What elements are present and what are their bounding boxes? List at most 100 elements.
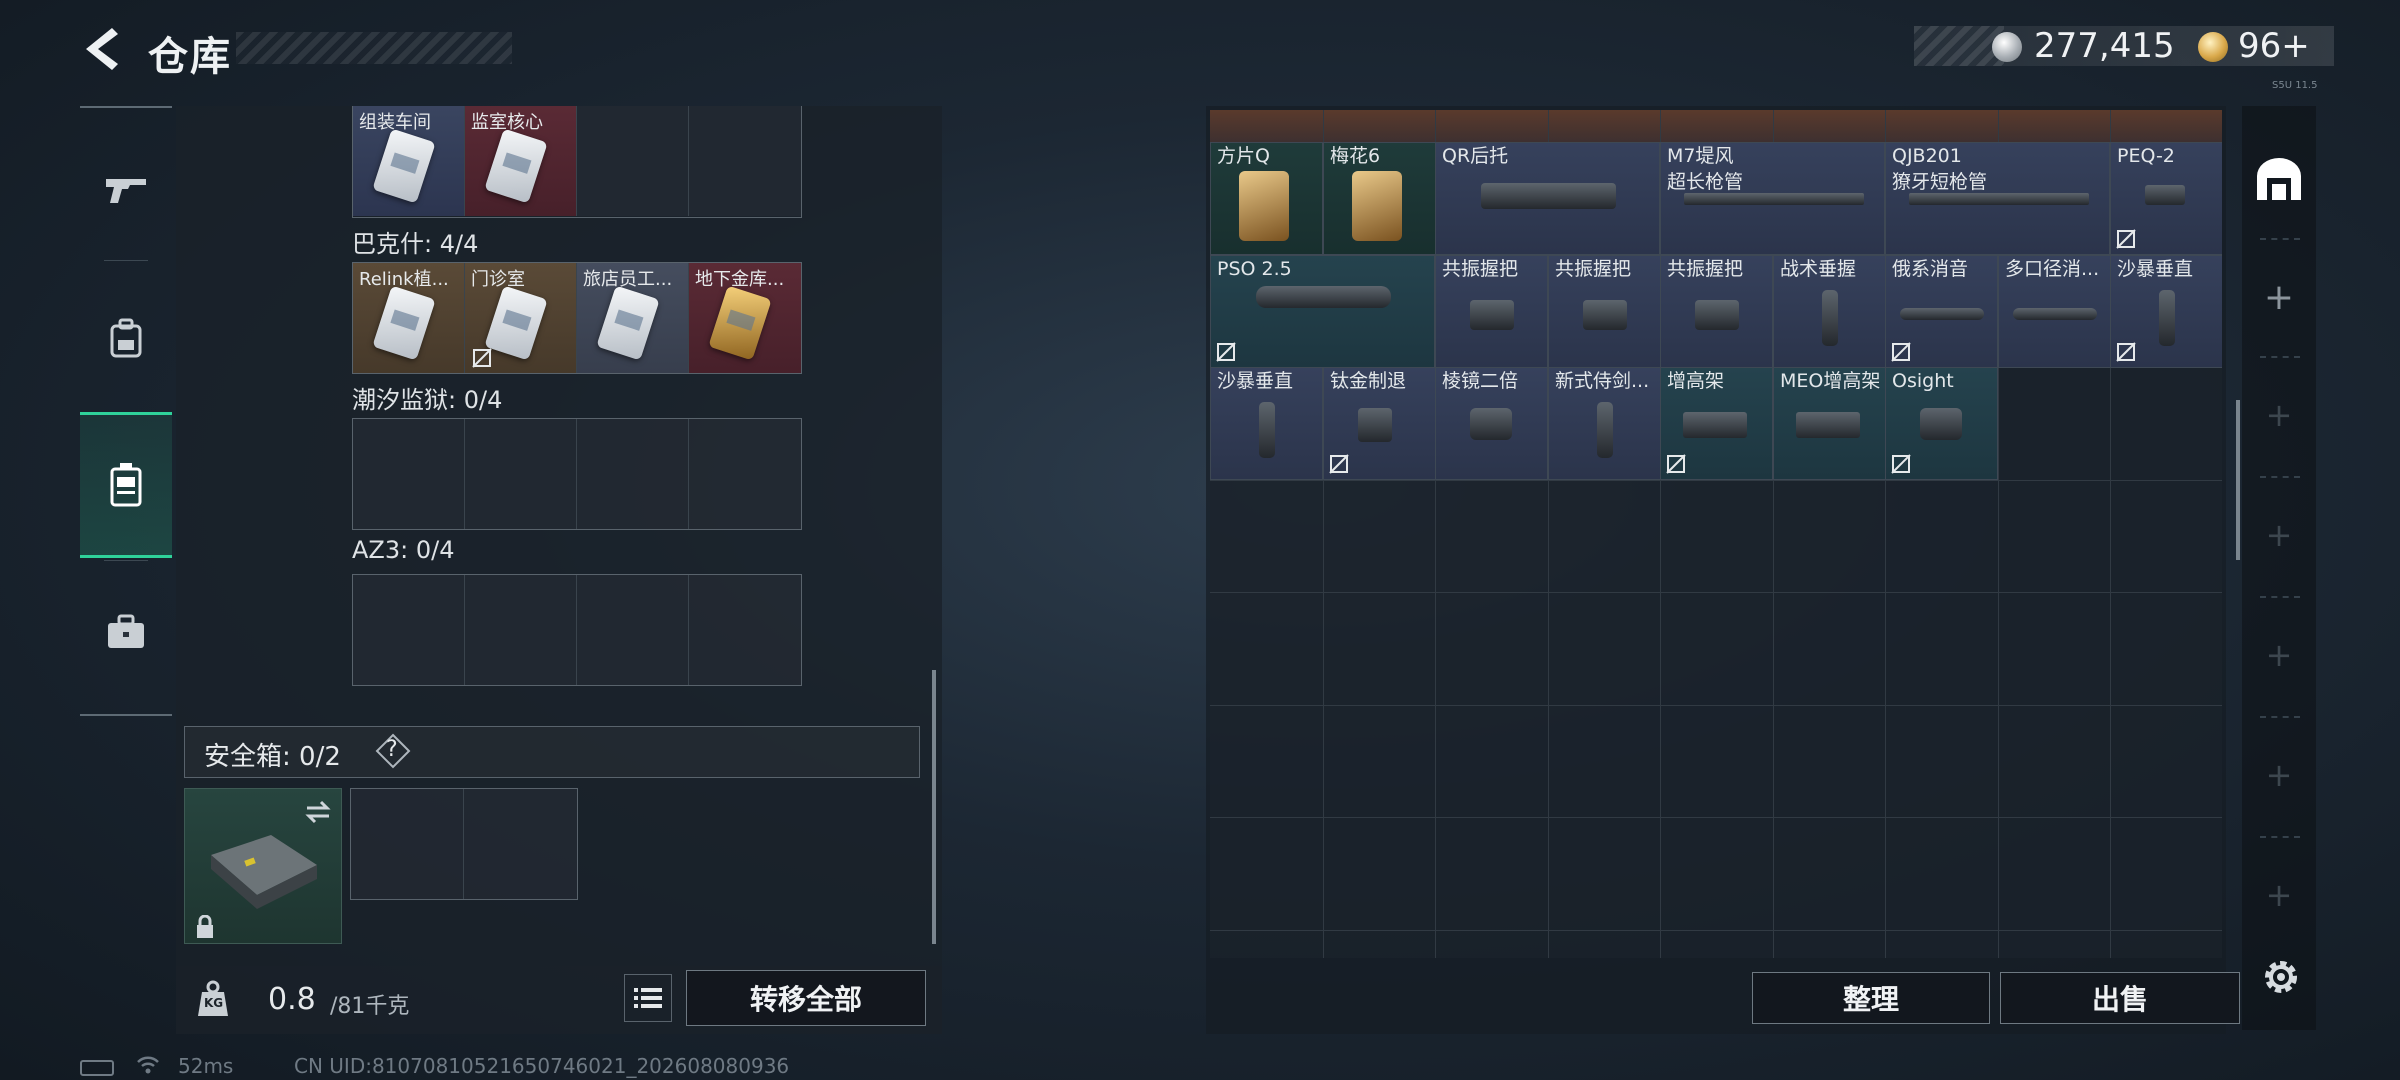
add-container-button[interactable]: + <box>2242 836 2316 954</box>
nav-weapons[interactable] <box>80 120 172 260</box>
vgrip-icon <box>2159 290 2175 346</box>
item-name: 俄系消音 <box>1892 258 1969 280</box>
inventory-item[interactable]: 俄系消音 <box>1885 255 1998 368</box>
section-label-az3: AZ3: 0/4 <box>352 536 455 564</box>
safe-box-slot-empty[interactable] <box>351 789 464 899</box>
add-container-button[interactable]: + <box>2242 356 2316 474</box>
no-trade-icon <box>1215 341 1237 363</box>
container-tab-main[interactable] <box>2242 120 2316 238</box>
nav-backpack[interactable] <box>80 268 172 408</box>
inventory-scrollbar[interactable] <box>2236 400 2240 560</box>
inventory-item[interactable]: QR后托 <box>1435 142 1660 255</box>
collection-slot-empty[interactable] <box>689 419 801 529</box>
storage-icon <box>110 463 142 507</box>
plus-icon: + <box>2265 756 2293 794</box>
inventory-item[interactable]: QJB201 獠牙短枪管 <box>1885 142 2110 255</box>
inventory-item[interactable]: 共振握把 <box>1548 255 1661 368</box>
backpack-icon <box>110 318 142 358</box>
collection-row-top: 组装车间 监室核心 <box>352 106 802 218</box>
collection-slot[interactable]: Relink植... <box>353 263 465 373</box>
collection-slot[interactable]: 地下金库... <box>689 263 801 373</box>
item-name: 增高架 <box>1667 370 1725 392</box>
inventory-item[interactable]: 方片Q <box>1210 142 1323 255</box>
barrel-icon <box>1683 193 1864 205</box>
safe-box-item[interactable] <box>184 788 342 944</box>
inventory-item[interactable]: 棱镜二倍 <box>1435 367 1548 480</box>
inventory-item[interactable]: PSO 2.5 <box>1210 255 1435 368</box>
sort-button[interactable]: 整理 <box>1752 972 1990 1024</box>
grid-line <box>1210 817 2222 818</box>
inventory-item[interactable]: 增高架 <box>1660 367 1773 480</box>
swap-icon[interactable] <box>303 799 333 825</box>
inventory-item[interactable]: 共振握把 <box>1435 255 1548 368</box>
add-container-button[interactable]: + <box>2242 238 2316 356</box>
add-container-button[interactable]: + <box>2242 716 2316 834</box>
lock-icon <box>197 915 213 938</box>
mount-icon <box>1683 412 1747 438</box>
help-button[interactable]: ? <box>374 732 412 770</box>
collection-slot-empty[interactable] <box>689 106 801 216</box>
gear-icon <box>2265 961 2297 993</box>
briefcase-icon <box>108 614 144 648</box>
inventory-item[interactable]: 沙暴垂直 <box>1210 367 1323 480</box>
add-container-button[interactable]: + <box>2242 596 2316 714</box>
collection-slot[interactable]: 组装车间 <box>353 106 465 216</box>
collection-slot[interactable]: 监室核心 <box>465 106 577 216</box>
currency-decoration <box>1914 26 2004 66</box>
uid-text: CN UID:81070810521650746021_202608080936 <box>294 1054 790 1078</box>
transfer-all-button[interactable]: 转移全部 <box>686 970 926 1026</box>
add-container-button[interactable]: + <box>2242 476 2316 594</box>
inventory-item[interactable]: 沙暴垂直 <box>2110 255 2222 368</box>
no-trade-icon <box>2115 228 2137 250</box>
no-trade-icon <box>471 347 493 369</box>
page-title: 仓库 <box>148 34 232 80</box>
collection-slot-empty[interactable] <box>465 419 577 529</box>
nav-briefcase[interactable] <box>80 562 172 702</box>
slot-name: Relink植... <box>359 269 449 290</box>
collection-slot-empty[interactable] <box>465 575 577 685</box>
inventory-item[interactable]: Osight <box>1885 367 1998 480</box>
collection-row-bakesh: Relink植... 门诊室 旅店员工... 地下金库... <box>352 262 802 374</box>
card-icon <box>1239 171 1289 241</box>
collection-slot-empty[interactable] <box>577 419 689 529</box>
collection-slot-empty[interactable] <box>689 575 801 685</box>
slot-name: 门诊室 <box>471 269 525 290</box>
inventory-item[interactable]: 钛金制退 <box>1323 367 1436 480</box>
item-name: PSO 2.5 <box>1217 258 1292 280</box>
collection-slot-empty[interactable] <box>353 419 465 529</box>
back-button[interactable] <box>78 24 124 74</box>
gold-coin-icon <box>2198 32 2228 62</box>
inventory-item[interactable]: PEQ-2 <box>2110 142 2222 255</box>
nav-divider <box>104 560 148 561</box>
settings-button[interactable] <box>2258 954 2304 1000</box>
plus-icon: + <box>2265 396 2293 434</box>
inventory-item[interactable]: 共振握把 <box>1660 255 1773 368</box>
inventory-item[interactable]: 新式侍剑... <box>1548 367 1661 480</box>
collection-slot[interactable]: 旅店员工... <box>577 263 689 373</box>
keycard-icon <box>372 128 436 204</box>
collection-slot-empty[interactable] <box>353 575 465 685</box>
item-name: QR后托 <box>1442 145 1509 167</box>
list-view-button[interactable] <box>624 974 672 1022</box>
collection-slot[interactable]: 门诊室 <box>465 263 577 373</box>
inventory-item[interactable]: 多口径消... <box>1998 255 2111 368</box>
help-label: ? <box>386 737 398 762</box>
collection-slot-empty[interactable] <box>577 106 689 216</box>
gold-amount[interactable]: 96+ <box>2238 26 2310 66</box>
optic-icon <box>1470 408 1512 440</box>
inventory-item[interactable]: 战术垂握 <box>1773 255 1886 368</box>
inventory-item[interactable]: M7堤风 超长枪管 <box>1660 142 1885 255</box>
item-name: Osight <box>1892 370 1954 392</box>
inventory-item[interactable]: 梅花6 <box>1323 142 1436 255</box>
collection-slot-empty[interactable] <box>577 575 689 685</box>
keycard-icon <box>596 285 660 361</box>
item-name: 共振握把 <box>1442 258 1519 280</box>
title-decoration <box>236 32 512 64</box>
collection-scrollbar[interactable] <box>932 670 936 944</box>
collection-row-tidal-prison <box>352 418 802 530</box>
nav-storage[interactable] <box>80 412 172 558</box>
sell-button[interactable]: 出售 <box>2000 972 2240 1024</box>
safe-box-slots <box>350 788 578 900</box>
inventory-item[interactable]: MEO增高架 <box>1773 367 1886 480</box>
safe-box-slot-empty[interactable] <box>464 789 577 899</box>
